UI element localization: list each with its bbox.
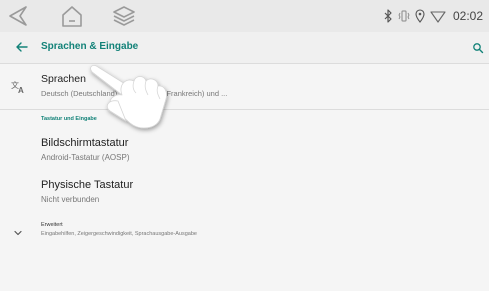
list-item-physische-tastatur[interactable]: Physische Tastatur Nicht verbunden [0, 176, 489, 212]
bildschirmtastatur-subtitle: Android-Tastatur (AOSP) [41, 153, 130, 162]
nav-recents-icon[interactable] [111, 4, 137, 28]
nav-back-icon[interactable] [6, 4, 32, 28]
svg-text:A: A [18, 86, 24, 95]
section-divider [0, 109, 489, 110]
wifi-icon [430, 11, 446, 23]
chevron-down-icon [13, 225, 23, 236]
status-clock: 02:02 [452, 9, 483, 23]
back-arrow-icon[interactable] [14, 39, 30, 55]
list-item-erweitert[interactable]: Erweitert Eingabehilfen, Zeigergeschwind… [0, 218, 489, 242]
app-bar: Sprachen & Eingabe [0, 32, 489, 64]
erweitert-title: Erweitert [41, 222, 63, 228]
physische-tastatur-subtitle: Nicht verbunden [41, 195, 100, 204]
location-icon [415, 9, 425, 23]
search-icon[interactable] [472, 41, 484, 54]
settings-list: 文 A Sprachen Deutsch (Deutschland), Fran… [0, 64, 489, 291]
nav-home-icon[interactable] [59, 4, 85, 28]
page-title: Sprachen & Eingabe [41, 41, 139, 52]
status-icons: 02:02 [382, 8, 483, 24]
list-item-bildschirmtastatur[interactable]: Bildschirmtastatur Android-Tastatur (AOS… [0, 134, 489, 170]
pointing-hand-icon [78, 55, 178, 135]
erweitert-subtitle: Eingabehilfen, Zeigergeschwindigkeit, Sp… [41, 231, 197, 237]
bluetooth-icon [384, 9, 392, 23]
physische-tastatur-title: Physische Tastatur [41, 179, 134, 191]
translate-icon: 文 A [10, 79, 26, 95]
system-bar: 02:02 [0, 0, 489, 32]
list-item-sprachen[interactable]: 文 A Sprachen Deutsch (Deutschland), Fran… [0, 68, 489, 106]
vibrate-icon [398, 10, 410, 22]
bildschirmtastatur-title: Bildschirmtastatur [41, 137, 129, 149]
